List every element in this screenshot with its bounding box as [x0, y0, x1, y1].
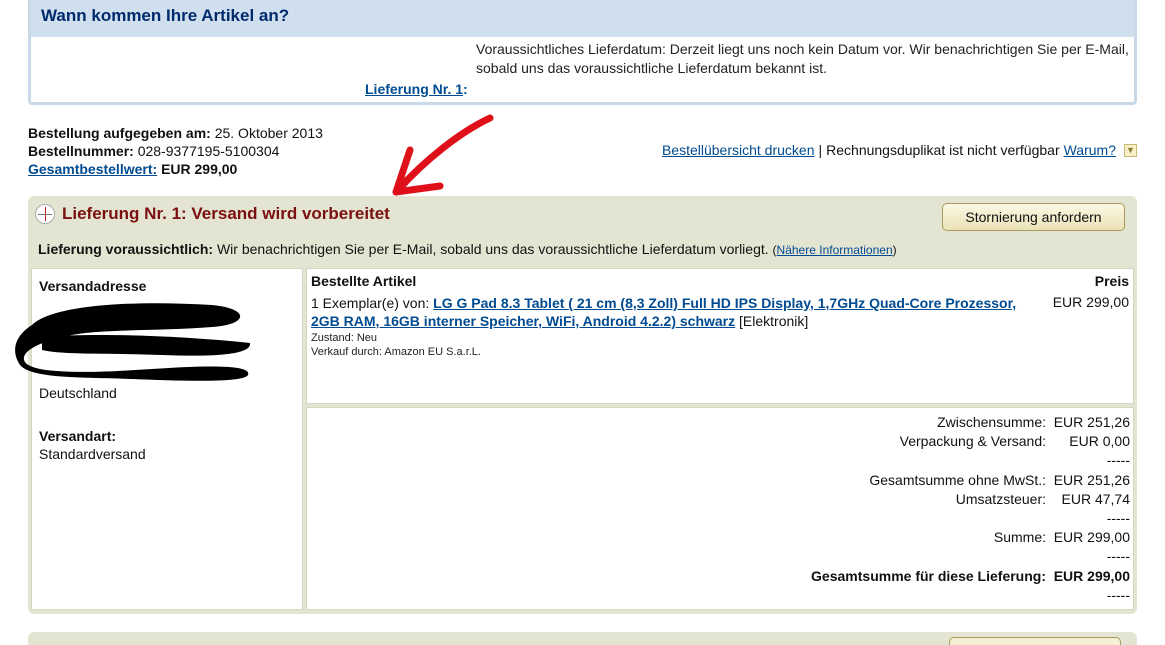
item-quantity: 1 Exemplar(e) von: — [311, 295, 430, 311]
next-panel-button[interactable] — [949, 637, 1121, 645]
price-header: Preis — [1094, 273, 1129, 289]
actions-separator: | — [818, 142, 823, 158]
grand-total-value: EUR 299,00 — [1053, 568, 1130, 584]
item-category: [Elektronik] — [739, 313, 809, 329]
item-price: EUR 299,00 — [1052, 294, 1129, 310]
arrival-header: Wann kommen Ihre Artikel an? — [31, 0, 1134, 37]
order-placed-label: Bestellung aufgegeben am: — [28, 125, 211, 141]
delivery-estimate-label: Lieferung voraussichtlich: — [38, 241, 214, 257]
items-header-row: Bestellte Artikel Preis — [311, 273, 1129, 289]
dash-separator: ----- — [1106, 548, 1130, 564]
order-placed-row: Bestellung aufgegeben am: 25. Oktober 20… — [28, 124, 323, 142]
more-info-close: ) — [892, 243, 897, 257]
shipping-address-column: Versandadresse Deutschland Versandart: S… — [15, 268, 303, 610]
order-total-value: EUR 299,00 — [161, 161, 238, 177]
order-total-row: Gesamtbestellwert: EUR 299,00 — [28, 160, 323, 178]
chevron-down-icon[interactable]: ▼ — [1124, 143, 1137, 157]
vat-row: Umsatzsteuer: EUR 47,74 — [956, 490, 1130, 509]
order-placed-value: 25. Oktober 2013 — [214, 125, 323, 141]
vat-label: Umsatzsteuer: — [955, 491, 1046, 507]
dash-separator: ----- — [1106, 452, 1130, 468]
subtotal-label: Zwischensumme: — [937, 414, 1046, 430]
shipment-title: Lieferung Nr. 1: Versand wird vorbereite… — [62, 204, 390, 223]
order-actions: Bestellübersicht drucken | Rechnungsdupl… — [662, 142, 1137, 158]
shipment-header: Lieferung Nr. 1: Versand wird vorbereite… — [28, 196, 1137, 234]
sum-value: EUR 299,00 — [1053, 529, 1130, 545]
ship-method-label: Versandart: — [39, 428, 117, 444]
delivery-estimate-text: Wir benachrichtigen Sie per E-Mail, soba… — [216, 241, 769, 257]
invoice-unavailable-text: Rechnungsduplikat ist nicht verfügbar — [826, 142, 1060, 158]
arrival-shipment-link[interactable]: Lieferung Nr. 1 — [365, 81, 463, 97]
redacted-address — [15, 303, 251, 381]
more-info-link[interactable]: Nähere Informationen — [777, 243, 893, 257]
vat-value: EUR 47,74 — [1061, 491, 1130, 507]
items-header: Bestellte Artikel — [311, 273, 417, 289]
net-total-row: Gesamtsumme ohne MwSt.: EUR 251,26 — [869, 471, 1130, 490]
annotation-arrow-icon — [392, 114, 494, 196]
shipping-label: Verpackung & Versand: — [899, 433, 1046, 449]
arrival-title: Wann kommen Ihre Artikel an? — [41, 6, 290, 25]
net-total-value: EUR 251,26 — [1053, 472, 1130, 488]
order-total-link[interactable]: Gesamtbestellwert: — [28, 161, 157, 177]
arrival-text: Voraussichtliches Lieferdatum: Derzeit l… — [476, 41, 1129, 76]
order-number-label: Bestellnummer: — [28, 143, 134, 159]
item-condition: Zustand: Neu — [311, 332, 378, 344]
order-number-value: 028-9377195-5100304 — [137, 143, 280, 159]
shipment-panel: Lieferung Nr. 1: Versand wird vorbereite… — [15, 196, 1137, 614]
sum-row: Summe: EUR 299,00 — [994, 528, 1130, 547]
subtotal-row: Zwischensumme: EUR 251,26 — [937, 413, 1130, 432]
dash-separator: ----- — [1106, 587, 1130, 603]
ordered-items-column: Bestellte Artikel Preis 1 Exemplar(e) vo… — [306, 268, 1134, 404]
grand-total-row: Gesamtsumme für diese Lieferung: EUR 299,… — [811, 567, 1130, 586]
shipping-country: Deutschland — [39, 385, 117, 401]
sum-label: Summe: — [993, 529, 1046, 545]
next-panel-partial — [28, 632, 1137, 645]
item-seller: Verkauf durch: Amazon EU S.a.r.L. — [311, 346, 481, 358]
delivery-estimate: Lieferung voraussichtlich: Wir benachric… — [38, 241, 897, 257]
order-meta: Bestellung aufgegeben am: 25. Oktober 20… — [28, 124, 323, 178]
arrival-shipment-link-suffix: : — [463, 81, 468, 97]
ship-method-value: Standardversand — [39, 446, 146, 462]
shipping-row: Verpackung & Versand: EUR 0,00 — [900, 432, 1130, 451]
shipping-value: EUR 0,00 — [1069, 433, 1130, 449]
order-number-row: Bestellnummer: 028-9377195-5100304 — [28, 142, 323, 160]
print-order-link[interactable]: Bestellübersicht drucken — [662, 142, 815, 158]
arrival-shipment-link-wrap: Lieferung Nr. 1: — [365, 81, 468, 97]
why-link[interactable]: Warum? — [1064, 142, 1116, 158]
request-cancellation-button[interactable]: Stornierung anfordern — [942, 203, 1125, 231]
item-line: 1 Exemplar(e) von: LG G Pad 8.3 Tablet (… — [311, 294, 1031, 330]
arrival-box: Wann kommen Ihre Artikel an? Voraussicht… — [28, 0, 1137, 105]
totals-column: Zwischensumme: EUR 251,26 Verpackung & Ve… — [306, 407, 1134, 610]
shipping-address-label: Versandadresse — [39, 278, 147, 294]
net-total-label: Gesamtsumme ohne MwSt.: — [869, 472, 1046, 488]
grand-total-label: Gesamtsumme für diese Lieferung: — [811, 568, 1046, 584]
subtotal-value: EUR 251,26 — [1053, 414, 1130, 430]
clock-status-icon — [35, 204, 55, 224]
dash-separator: ----- — [1106, 510, 1130, 526]
